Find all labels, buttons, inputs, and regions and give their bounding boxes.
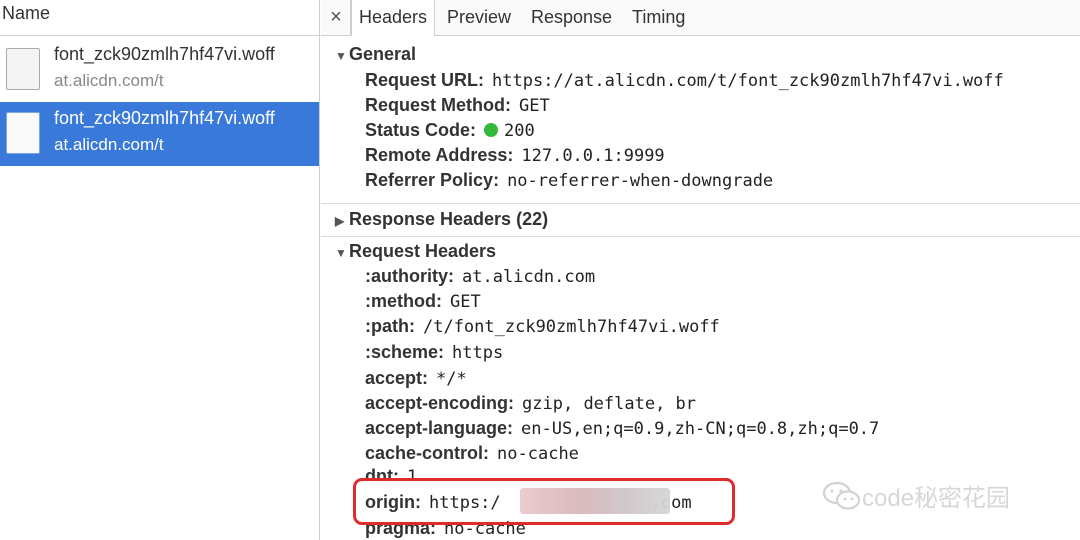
general-section-toggle[interactable]: ▼ General <box>335 44 416 65</box>
general-row-request-url: Request URL: https://at.alicdn.com/t/font… <box>365 70 1004 91</box>
header-row-accept-encoding: accept-encoding: gzip, deflate, br <box>365 393 697 414</box>
tab-response[interactable]: Response <box>531 0 612 35</box>
header-row-accept-language: accept-language: en-US,en;q=0.9,zh-CN;q=0… <box>365 418 880 439</box>
header-row-cache-control: cache-control: no-cache <box>365 443 579 464</box>
tab-timing[interactable]: Timing <box>632 0 685 35</box>
response-headers-section-toggle[interactable]: ▶ Response Headers (22) <box>335 209 548 230</box>
tab-preview[interactable]: Preview <box>447 0 511 35</box>
watermark-text: code秘密花园 <box>862 485 1011 512</box>
details-tab-bar: × Headers Preview Response Timing <box>321 0 1080 36</box>
request-headers-section-toggle[interactable]: ▼ Request Headers <box>335 241 496 262</box>
general-row-status-code: Status Code: 200 <box>365 120 535 141</box>
status-ok-icon <box>484 123 499 137</box>
section-divider <box>321 203 1080 204</box>
origin-highlight-box <box>353 478 735 525</box>
header-row-accept: accept: */* <box>365 368 467 389</box>
name-column-label: Name <box>2 3 51 23</box>
request-host: at.alicdn.com/t <box>54 135 164 154</box>
wechat-icon <box>822 480 862 519</box>
watermark: code秘密花园 <box>822 478 1052 512</box>
header-row-authority: :authority: at.alicdn.com <box>365 266 596 287</box>
request-host: at.alicdn.com/t <box>54 71 164 90</box>
close-icon[interactable]: × <box>325 4 347 30</box>
general-section-title: General <box>349 44 417 64</box>
file-icon <box>6 112 40 154</box>
file-icon <box>6 48 40 90</box>
collapsed-triangle-icon: ▶ <box>335 214 345 228</box>
general-row-referrer-policy: Referrer Policy: no-referrer-when-downgra… <box>365 170 774 191</box>
request-file-name: font_zck90zmlh7hf47vi.woff <box>54 108 275 128</box>
request-list-panel: Name font_zck90zmlh7hf47vi.woff at.alicd… <box>0 0 320 540</box>
header-row-method: :method: GET <box>365 291 481 312</box>
header-row-path: :path:/t/font_zck90zmlh7hf47vi.woff <box>365 316 720 337</box>
section-divider <box>321 236 1080 237</box>
request-headers-title: Request Headers <box>349 241 497 261</box>
expanded-triangle-icon: ▼ <box>335 49 347 63</box>
general-row-request-method: Request Method: GET <box>365 95 550 116</box>
request-row-selected[interactable]: font_zck90zmlh7hf47vi.woff at.alicdn.com… <box>0 102 319 166</box>
request-details-panel: × Headers Preview Response Timing ▼ Gener… <box>321 0 1080 540</box>
tab-headers[interactable]: Headers <box>351 0 435 36</box>
header-row-scheme: :scheme: https <box>365 342 504 363</box>
expanded-triangle-icon: ▼ <box>335 246 347 260</box>
request-file-name: font_zck90zmlh7hf47vi.woff <box>54 44 275 64</box>
general-row-remote-address: Remote Address: 127.0.0.1:9999 <box>365 145 665 166</box>
request-row[interactable]: font_zck90zmlh7hf47vi.woff at.alicdn.com… <box>0 38 319 102</box>
response-headers-title: Response Headers (22) <box>349 209 549 229</box>
name-column-header[interactable]: Name <box>0 0 319 36</box>
